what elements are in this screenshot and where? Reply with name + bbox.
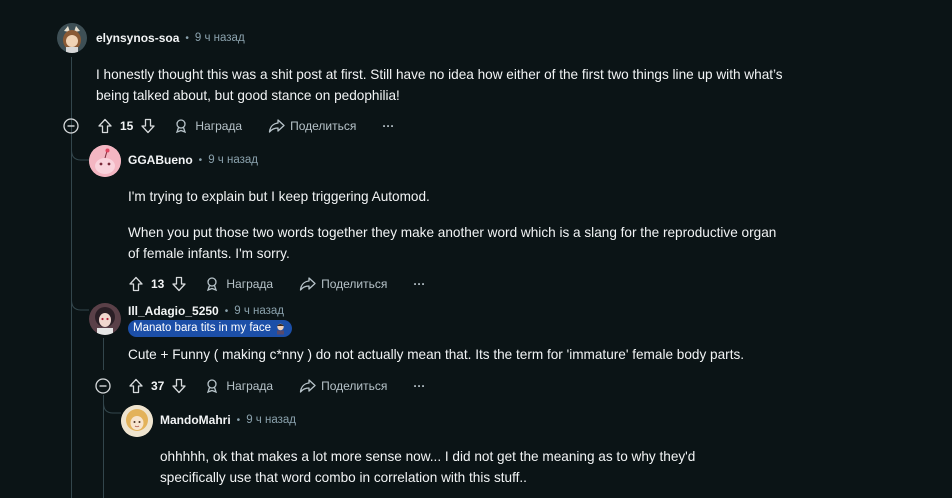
avatar[interactable] xyxy=(57,23,87,53)
avatar[interactable] xyxy=(121,405,153,437)
comment-header: GGABueno • 9 ч назад xyxy=(128,153,258,167)
share-icon xyxy=(299,277,316,291)
avatar-icon xyxy=(89,145,121,177)
separator: • xyxy=(185,32,189,44)
award-button[interactable]: Награда xyxy=(174,118,242,134)
share-button[interactable]: Поделиться xyxy=(268,118,356,134)
user-flair: Manato bara tits in my face xyxy=(128,320,293,337)
flair-text: Manato bara tits in my face xyxy=(133,322,272,334)
share-icon xyxy=(268,119,285,133)
share-label: Поделиться xyxy=(290,119,357,133)
timestamp[interactable]: 9 ч назад xyxy=(208,154,258,166)
vote-count: 13 xyxy=(151,277,165,291)
comment-actions: 37 Награда Поделиться ··· xyxy=(94,376,425,396)
award-icon xyxy=(176,119,187,134)
timestamp[interactable]: 9 ч назад xyxy=(234,305,284,317)
timestamp[interactable]: 9 ч назад xyxy=(246,414,296,426)
upvote-icon[interactable] xyxy=(128,378,144,394)
flair-emoji-icon xyxy=(277,323,285,335)
upvote-icon[interactable] xyxy=(97,118,113,134)
share-label: Поделиться xyxy=(321,379,388,393)
avatar-icon xyxy=(89,303,121,335)
comment-actions: 15 Награда Поделиться ··· xyxy=(62,116,394,136)
more-options-button[interactable]: ··· xyxy=(413,277,425,291)
share-button[interactable]: Поделиться xyxy=(299,276,387,292)
award-icon xyxy=(207,379,218,394)
comment-body: ohhhhh, ok that makes a lot more sense n… xyxy=(160,446,745,488)
thread-line-level2 xyxy=(103,338,104,370)
share-icon xyxy=(299,379,316,393)
vote-count: 37 xyxy=(151,379,165,393)
downvote-icon[interactable] xyxy=(140,118,156,134)
collapse-icon[interactable] xyxy=(62,117,80,135)
collapse-icon[interactable] xyxy=(94,377,112,395)
comment-actions: 13 Награда Поделиться ··· xyxy=(128,274,425,294)
award-label: Награда xyxy=(226,379,274,393)
avatar-icon xyxy=(121,405,153,437)
timestamp[interactable]: 9 ч назад xyxy=(195,32,245,44)
share-label: Поделиться xyxy=(321,277,388,291)
comment-paragraph: I'm trying to explain but I keep trigger… xyxy=(128,189,430,204)
username[interactable]: MandoMahri xyxy=(160,413,231,427)
separator: • xyxy=(224,305,229,317)
username[interactable]: GGABueno xyxy=(128,153,193,167)
avatar-icon xyxy=(57,23,87,53)
award-button[interactable]: Награда xyxy=(205,276,273,292)
username[interactable]: elynsynos-soa xyxy=(96,31,179,45)
more-options-button[interactable]: ··· xyxy=(413,379,425,393)
award-icon xyxy=(207,277,218,292)
downvote-icon[interactable] xyxy=(171,276,187,292)
award-label: Награда xyxy=(226,277,274,291)
thread-connector-3 xyxy=(103,395,121,414)
comment-header: MandoMahri • 9 ч назад xyxy=(160,413,296,427)
comment-body: Cute + Funny ( making c*nny ) do not act… xyxy=(128,344,828,365)
comment-paragraph: I honestly thought this was a shit post … xyxy=(96,67,783,103)
username[interactable]: Ill_Adagio_5250 xyxy=(128,304,219,318)
award-button[interactable]: Награда xyxy=(205,378,273,394)
comment-header: elynsynos-soa • 9 ч назад xyxy=(96,31,245,45)
thread-connector-2 xyxy=(71,290,89,311)
comment-paragraph: When you put those two words together th… xyxy=(128,225,777,261)
comment-paragraph: ohhhhh, ok that makes a lot more sense n… xyxy=(160,449,696,485)
comment-paragraph: Cute + Funny ( making c*nny ) do not act… xyxy=(128,347,745,362)
award-label: Награда xyxy=(195,119,243,133)
separator: • xyxy=(198,154,203,166)
comment-body: I honestly thought this was a shit post … xyxy=(96,64,786,106)
vote-count: 15 xyxy=(120,119,134,133)
avatar[interactable] xyxy=(89,145,121,177)
downvote-icon[interactable] xyxy=(171,378,187,394)
more-options-button[interactable]: ··· xyxy=(382,119,394,133)
share-button[interactable]: Поделиться xyxy=(299,378,387,394)
separator: • xyxy=(236,414,241,426)
upvote-icon[interactable] xyxy=(128,276,144,292)
comment-header: Ill_Adagio_5250 • 9 ч назад xyxy=(128,304,284,318)
thread-connector-1 xyxy=(71,138,89,161)
comment-body: I'm trying to explain but I keep trigger… xyxy=(128,186,788,264)
avatar[interactable] xyxy=(89,303,121,335)
